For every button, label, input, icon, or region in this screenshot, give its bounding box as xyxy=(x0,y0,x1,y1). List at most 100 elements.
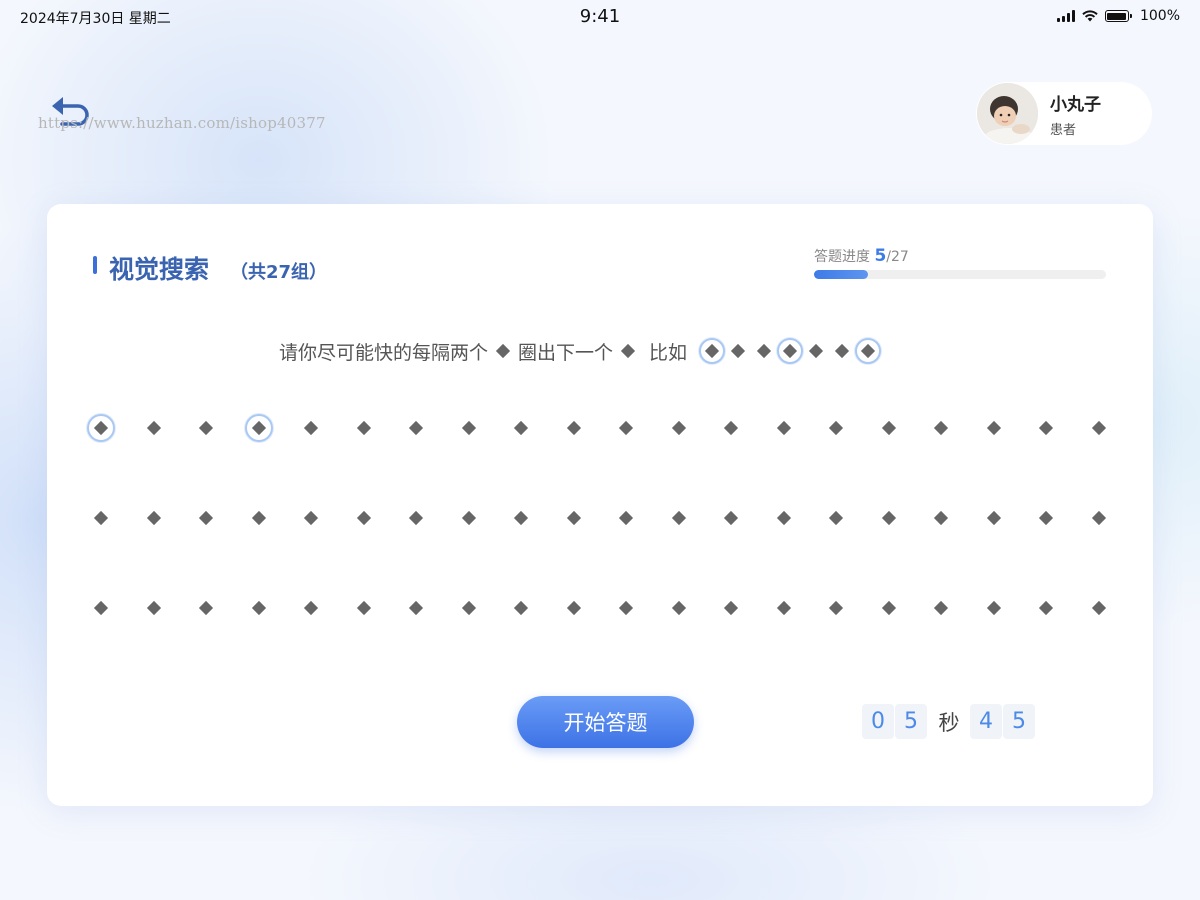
diamond-cell[interactable] xyxy=(192,414,220,442)
diamond-cell[interactable] xyxy=(140,414,168,442)
diamond-cell[interactable] xyxy=(350,414,378,442)
battery-icon xyxy=(1104,10,1132,22)
diamond-cell[interactable] xyxy=(507,594,535,622)
example-diamond xyxy=(725,338,751,364)
circled-diamond[interactable] xyxy=(244,414,273,442)
diamond-cell[interactable] xyxy=(560,504,588,532)
diamond-cell[interactable] xyxy=(717,414,745,442)
diamond-cell[interactable] xyxy=(612,594,640,622)
diamond-cell[interactable] xyxy=(612,414,640,442)
diamond-cell[interactable] xyxy=(140,504,168,532)
diamond-cell[interactable] xyxy=(402,504,430,532)
diamond-cell[interactable] xyxy=(245,504,273,532)
diamond-cell[interactable] xyxy=(507,504,535,532)
circled-diamond[interactable] xyxy=(87,414,115,442)
diamond-cell[interactable] xyxy=(560,594,588,622)
start-button[interactable]: 开始答题 xyxy=(517,696,694,748)
diamond-cell[interactable] xyxy=(1032,594,1060,622)
diamond-cell[interactable] xyxy=(770,594,798,622)
diamond-cell[interactable] xyxy=(717,504,745,532)
diamond-cell[interactable] xyxy=(297,594,325,622)
diamond-icon xyxy=(776,420,791,436)
diamond-cell[interactable] xyxy=(402,414,430,442)
wifi-icon xyxy=(1082,10,1098,22)
diamond-cell[interactable] xyxy=(927,594,955,622)
diamond-cell[interactable] xyxy=(875,414,903,442)
diamond-icon xyxy=(620,343,636,359)
diamond-icon xyxy=(408,510,424,526)
diamond-cell[interactable] xyxy=(560,414,588,442)
diamond-cell[interactable] xyxy=(875,504,903,532)
diamond-cell[interactable] xyxy=(770,414,798,442)
status-date: 2024年7月30日 星期二 xyxy=(20,11,171,27)
example-circled-diamond xyxy=(699,338,726,364)
diamond-icon xyxy=(566,510,581,526)
diamond-icon xyxy=(495,343,511,359)
diamond-cell[interactable] xyxy=(665,504,693,532)
user-card[interactable]: 小丸子 患者 xyxy=(976,82,1152,145)
diamond-cell[interactable] xyxy=(665,414,693,442)
diamond-icon xyxy=(356,420,371,436)
diamond-cell[interactable] xyxy=(1032,504,1060,532)
timer-digit: 0 xyxy=(862,704,894,739)
diamond-cell[interactable] xyxy=(192,594,220,622)
diamond-cell[interactable] xyxy=(507,414,535,442)
diamond-cell[interactable] xyxy=(875,594,903,622)
status-time: 9:41 xyxy=(579,6,621,27)
progress-fill xyxy=(814,270,869,279)
diamond-icon xyxy=(461,420,476,436)
diamond-cell[interactable] xyxy=(402,594,430,622)
diamond-cell[interactable] xyxy=(822,594,850,622)
diamond-icon xyxy=(618,510,634,526)
diamond-cell[interactable] xyxy=(350,504,378,532)
diamond-icon xyxy=(881,510,896,526)
diamond-cell[interactable] xyxy=(770,504,798,532)
timer-digit: 5 xyxy=(895,704,927,739)
diamond-cell[interactable] xyxy=(87,594,115,622)
title-accent-bar xyxy=(93,256,97,274)
diamond-cell[interactable] xyxy=(980,594,1008,622)
diamond-cell[interactable] xyxy=(612,504,640,532)
diamond-cell[interactable] xyxy=(140,594,168,622)
diamond-icon xyxy=(986,510,1001,526)
diamond-cell[interactable] xyxy=(455,594,483,622)
watermark-url: https://www.huzhan.com/ishop40377 xyxy=(38,114,326,132)
timer-unit: 秒 xyxy=(938,710,960,735)
diamond-icon xyxy=(461,510,476,526)
diamond-icon xyxy=(93,510,109,526)
diamond-cell[interactable] xyxy=(455,414,483,442)
diamond-icon xyxy=(1038,600,1054,616)
diamond-cell[interactable] xyxy=(980,504,1008,532)
diamond-icon xyxy=(461,600,476,616)
diamond-icon xyxy=(828,510,844,526)
diamond-cell[interactable] xyxy=(665,594,693,622)
diamond-icon xyxy=(303,420,319,436)
diamond-cell[interactable] xyxy=(297,414,325,442)
diamond-cell[interactable] xyxy=(245,594,273,622)
diamond-cell[interactable] xyxy=(87,504,115,532)
diamond-cell[interactable] xyxy=(192,504,220,532)
diamond-cell[interactable] xyxy=(1085,504,1113,532)
signal-icon xyxy=(1056,10,1075,22)
diamond-cell[interactable] xyxy=(717,594,745,622)
diamond-cell[interactable] xyxy=(455,504,483,532)
diamond-cell[interactable] xyxy=(1085,594,1113,622)
diamond-icon xyxy=(618,420,634,436)
diamond-icon xyxy=(723,420,739,436)
diamond-cell[interactable] xyxy=(1085,414,1113,442)
diamond-cell[interactable] xyxy=(927,414,955,442)
diamond-cell[interactable] xyxy=(1032,414,1060,442)
diamond-cell[interactable] xyxy=(297,504,325,532)
diamond-icon xyxy=(776,510,791,526)
progress-current: 5 xyxy=(874,246,887,266)
diamond-cell[interactable] xyxy=(927,504,955,532)
diamond-icon xyxy=(776,600,791,616)
diamond-cell[interactable] xyxy=(822,414,850,442)
diamond-cell[interactable] xyxy=(350,594,378,622)
diamond-icon xyxy=(566,600,581,616)
diamond-cell[interactable] xyxy=(980,414,1008,442)
instruction-part2: 圈出下一个 xyxy=(518,341,614,364)
diamond-cell[interactable] xyxy=(822,504,850,532)
group-count: （共27组） xyxy=(230,262,328,283)
instruction: 请你尽可能快的每隔两个 圈出下一个 比如 xyxy=(279,336,882,366)
